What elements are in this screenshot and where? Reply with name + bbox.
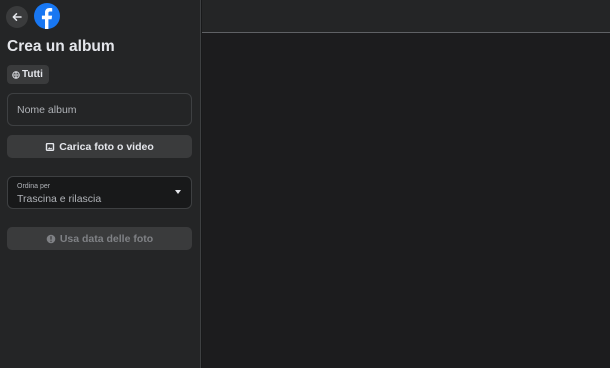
upload-label: Carica foto o video [59, 140, 154, 153]
sort-value: Trascina e rilascia [17, 193, 102, 205]
info-icon [46, 234, 56, 243]
create-album-app: Crea un album Tutti Nome album Carica fo… [0, 0, 610, 368]
back-button[interactable] [6, 6, 28, 28]
album-preview-area [202, 33, 610, 368]
caret-down-icon [175, 190, 181, 194]
main-header-bar [202, 0, 610, 33]
privacy-label: Tutti [22, 69, 43, 80]
back-arrow-icon [12, 13, 22, 21]
sort-order-select[interactable]: Ordina per Trascina e rilascia [7, 176, 192, 209]
sort-label: Ordina per [17, 183, 51, 190]
facebook-logo-icon[interactable] [34, 3, 60, 29]
album-name-placeholder: Nome album [17, 103, 77, 116]
page-title: Crea un album [7, 38, 115, 55]
add-photo-icon [46, 142, 55, 151]
album-name-input[interactable]: Nome album [7, 93, 192, 126]
use-photo-date-label: Usa data delle foto [59, 232, 154, 245]
upload-photos-button[interactable]: Carica foto o video [7, 135, 192, 158]
globe-icon [12, 70, 20, 79]
use-photo-date-button[interactable]: Usa data delle foto [7, 227, 192, 250]
album-sidebar: Crea un album Tutti Nome album Carica fo… [0, 0, 201, 368]
privacy-selector-button[interactable]: Tutti [7, 65, 49, 84]
